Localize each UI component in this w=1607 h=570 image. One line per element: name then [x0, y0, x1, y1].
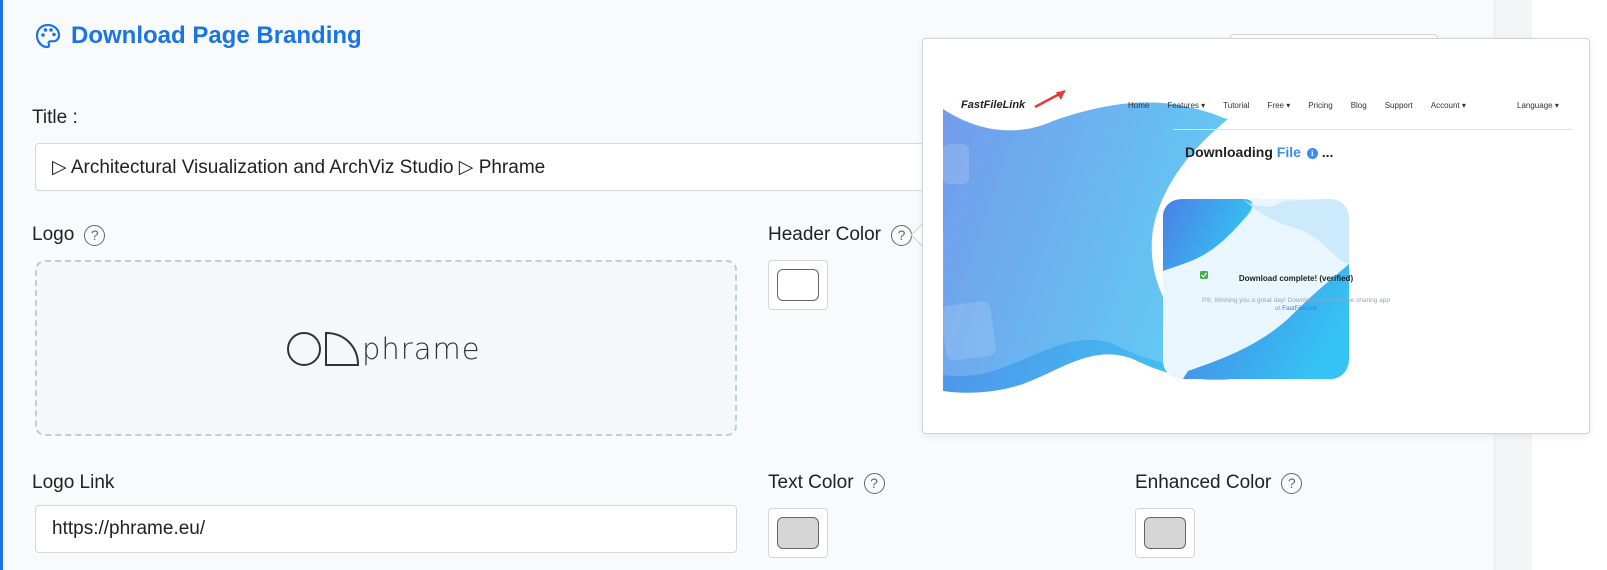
palette-icon	[35, 23, 61, 49]
section-title: Download Page Branding	[71, 22, 362, 49]
enhanced-color-label-text: Enhanced Color	[1135, 472, 1272, 493]
preview-heading: Downloading File i ...	[1185, 144, 1333, 160]
logo-label: Logo ?	[32, 224, 106, 246]
info-icon: i	[1306, 147, 1318, 159]
text-color-label-text: Text Color	[768, 472, 854, 493]
help-icon[interactable]: ?	[891, 224, 912, 246]
header-color-preview-popover: FastFileLink Home Features ▾ Tutorial Fr…	[922, 38, 1590, 434]
title-input-value: ▷ Architectural Visualization and ArchVi…	[52, 156, 546, 178]
preview-menu-item: Tutorial	[1223, 101, 1250, 110]
logo-upload-dropzone[interactable]: phrame	[35, 260, 737, 436]
preview-ps-link: FastFileLink	[1282, 305, 1318, 313]
header-color-picker[interactable]	[768, 260, 828, 310]
preview-menu-item: Blog	[1350, 101, 1367, 110]
logo-link-label: Logo Link	[32, 472, 114, 494]
logo-link-input[interactable]: https://phrame.eu/	[35, 505, 737, 553]
preview-navbar: FastFileLink Home Features ▾ Tutorial Fr…	[943, 59, 1573, 130]
logo-wordmark: phrame	[362, 332, 481, 366]
preview-background	[943, 89, 1349, 393]
logo-label-text: Logo	[32, 224, 75, 245]
header-color-label-text: Header Color	[768, 224, 881, 245]
logo-link-label-text: Logo Link	[32, 472, 115, 493]
logo-image: phrame	[287, 331, 481, 366]
enhanced-color-label: Enhanced Color ?	[1135, 472, 1303, 494]
enhanced-color-chip	[1144, 517, 1186, 549]
text-color-picker[interactable]	[768, 508, 828, 558]
preview-menu-item: Support	[1384, 101, 1413, 110]
enhanced-color-picker[interactable]	[1135, 508, 1195, 558]
preview-heading-prefix: Downloading	[1185, 144, 1273, 160]
preview-menu: Home Features ▾ Tutorial Free ▾ Pricing …	[1128, 101, 1466, 110]
preview-ps: PS: Wishing you a great day! Download yo…	[1201, 297, 1391, 314]
preview-download-status: Download complete! (verified)	[1238, 274, 1354, 283]
text-color-chip	[777, 517, 819, 549]
header-color-chip	[777, 269, 819, 301]
logo-link-value: https://phrame.eu/	[52, 518, 206, 539]
preview-nav-divider	[1173, 129, 1573, 130]
help-icon[interactable]: ?	[863, 472, 885, 494]
text-color-label: Text Color ?	[768, 472, 885, 494]
help-icon[interactable]: ?	[1281, 472, 1303, 494]
preview-brand: FastFileLink	[961, 99, 1026, 111]
preview-heading-suffix: ...	[1321, 144, 1334, 160]
title-label: Title :	[32, 107, 78, 129]
preview-menu-item: Pricing	[1308, 101, 1333, 110]
header-color-label: Header Color ?	[768, 224, 912, 246]
download-page-preview: FastFileLink Home Features ▾ Tutorial Fr…	[943, 59, 1573, 419]
preview-menu-item: Home	[1128, 101, 1150, 110]
preview-menu-item: Free ▾	[1267, 101, 1291, 110]
title-label-text: Title :	[32, 107, 78, 128]
section-header: Download Page Branding	[35, 22, 362, 50]
preview-language: Language ▾	[1517, 101, 1559, 110]
preview-heading-file: File	[1276, 144, 1301, 160]
help-icon[interactable]: ?	[84, 224, 106, 246]
preview-menu-item: Account ▾	[1430, 101, 1466, 110]
preview-menu-item: Features ▾	[1167, 101, 1206, 110]
page: Download Page Branding Title : ▷ Archite…	[0, 0, 1607, 570]
preview-card: Download complete! (verified) PS: Wishin…	[1201, 274, 1391, 314]
